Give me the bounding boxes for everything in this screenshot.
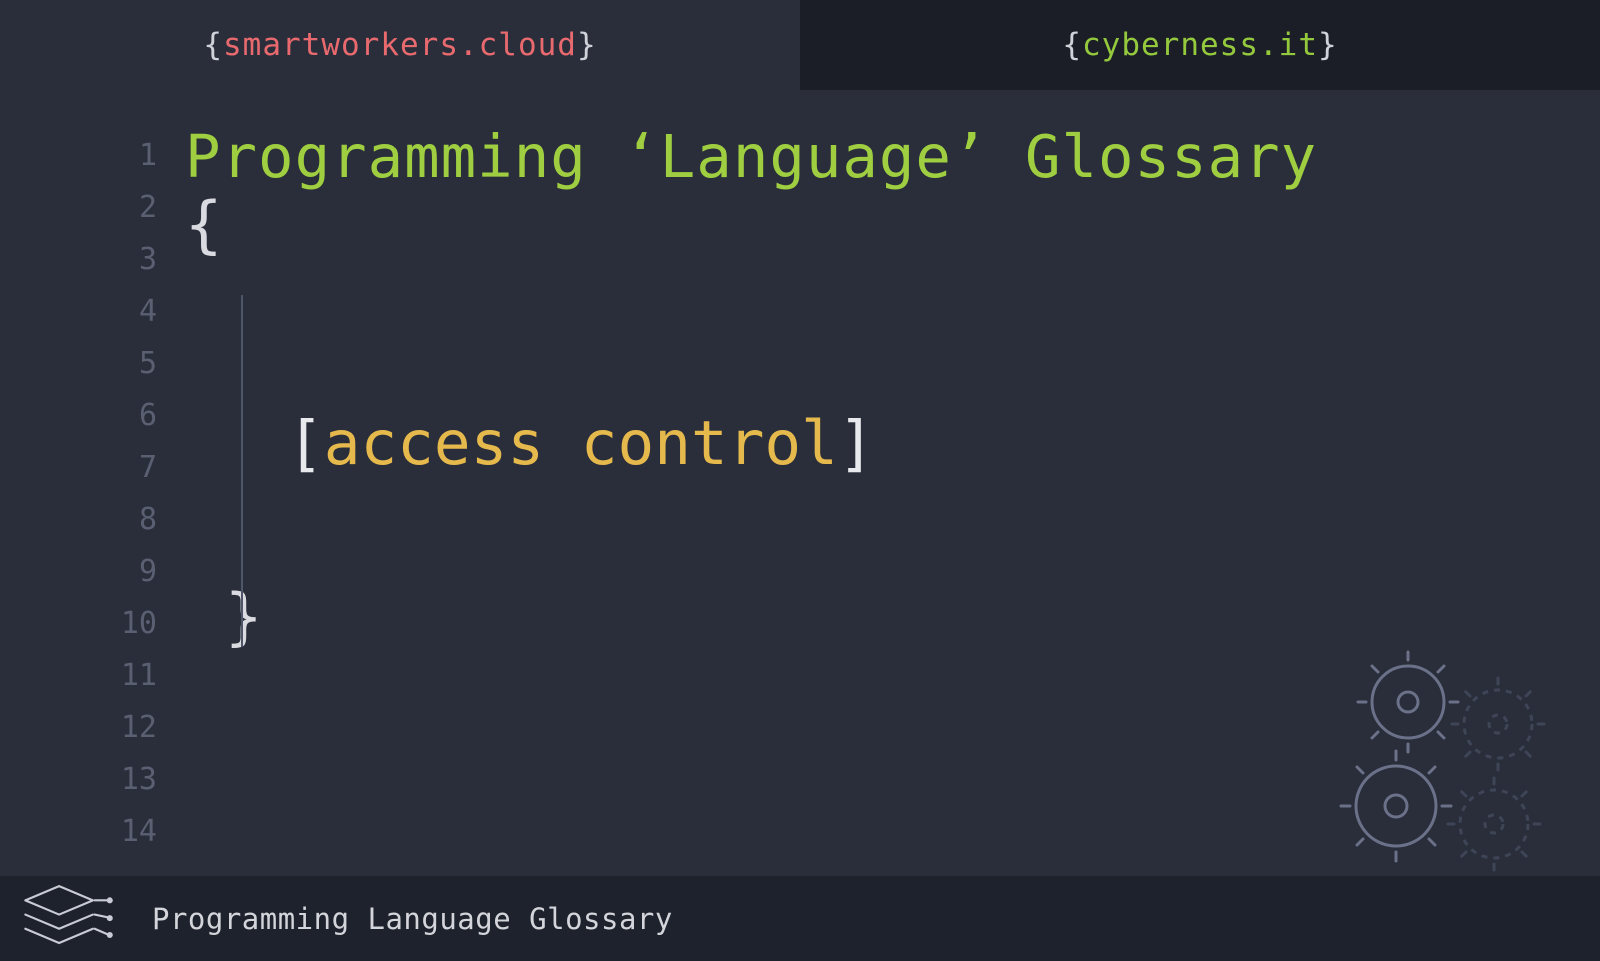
line-number: 3 [0, 234, 157, 286]
code-content: Programming ‘Language’ Glossary { [acces… [185, 120, 1600, 876]
tab-smartworkers[interactable]: {smartworkers.cloud} [0, 0, 800, 90]
tab-domain-right: cyberness.it [1082, 27, 1318, 63]
gears-icon [1316, 646, 1576, 876]
line-number: 12 [0, 702, 157, 754]
line-number-gutter: 1 2 3 4 5 6 7 8 9 10 11 12 13 14 [0, 120, 185, 876]
glossary-title: Programming ‘Language’ Glossary [185, 126, 1600, 188]
bracket-close: ] [838, 408, 875, 479]
tab-cyberness[interactable]: {cyberness.it} [800, 0, 1600, 90]
line-number: 7 [0, 442, 157, 494]
line-number: 10 [0, 598, 157, 650]
line-number: 1 [0, 130, 157, 182]
brace-close: } [577, 27, 597, 63]
line-number: 5 [0, 338, 157, 390]
line-number: 2 [0, 182, 157, 234]
line-number: 9 [0, 546, 157, 598]
glossary-term: [access control] [287, 408, 875, 479]
term-text: access control [324, 408, 838, 479]
indent-guide [241, 295, 243, 647]
layers-icon [14, 879, 122, 959]
line-number: 14 [0, 806, 157, 858]
code-brace-open: { [185, 194, 1600, 256]
line-number: 13 [0, 754, 157, 806]
code-brace-close: } [225, 586, 1600, 648]
bracket-open: [ [287, 408, 324, 479]
brace-open: { [1062, 27, 1082, 63]
line-number: 6 [0, 390, 157, 442]
footer-bar: Programming Language Glossary [0, 876, 1600, 961]
line-number: 8 [0, 494, 157, 546]
editor-area: 1 2 3 4 5 6 7 8 9 10 11 12 13 14 Program… [0, 90, 1600, 876]
tab-bar: {smartworkers.cloud} {cyberness.it} [0, 0, 1600, 90]
line-number: 11 [0, 650, 157, 702]
footer-title: Programming Language Glossary [152, 902, 673, 936]
line-number: 4 [0, 286, 157, 338]
brace-open: { [203, 27, 223, 63]
tab-domain-left: smartworkers.cloud [223, 27, 577, 63]
brace-close: } [1318, 27, 1338, 63]
